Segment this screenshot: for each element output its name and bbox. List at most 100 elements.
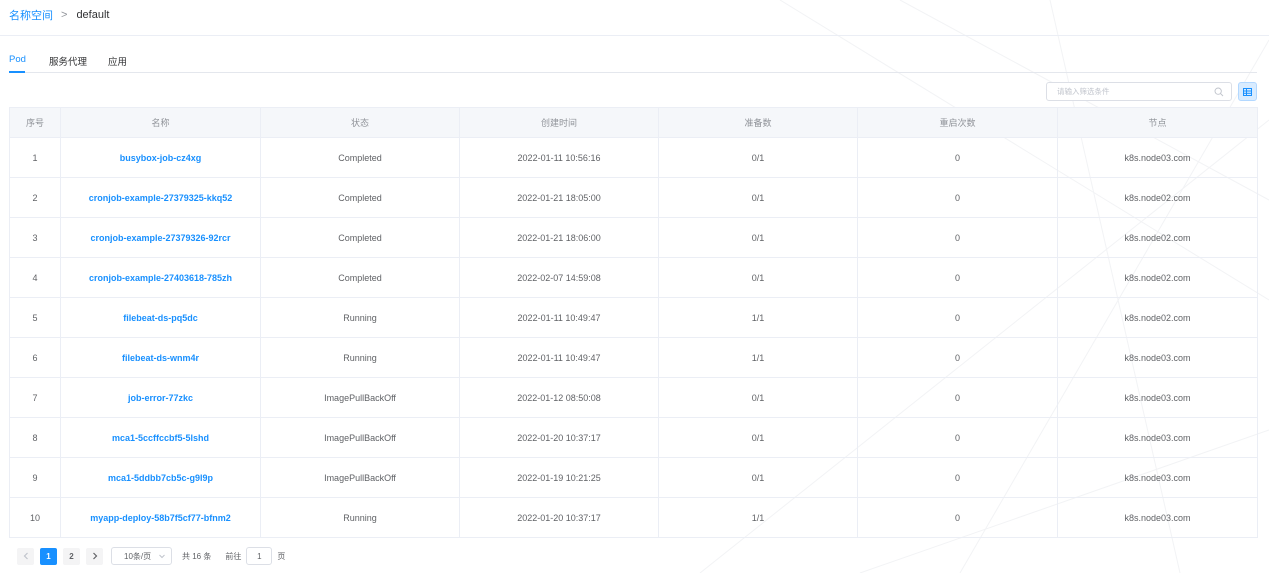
table-row: 2 cronjob-example-27379325-kkq52 Complet… (9, 177, 1258, 218)
prev-page-button[interactable] (17, 547, 34, 565)
table-row: 5 filebeat-ds-pq5dc Running 2022-01-11 1… (9, 297, 1258, 338)
pod-created-time: 2022-01-21 18:06:00 (459, 217, 659, 258)
header-divider (0, 35, 1269, 36)
breadcrumb-namespace-link[interactable]: 名称空间 (9, 7, 53, 23)
row-index: 3 (9, 217, 61, 258)
tab-pod[interactable]: Pod (9, 54, 26, 65)
pod-status: Completed (260, 177, 460, 218)
column-header-restarts[interactable]: 重启次数 (857, 107, 1058, 138)
table-row: 4 cronjob-example-27403618-785zh Complet… (9, 257, 1258, 298)
pod-restart-count: 0 (857, 137, 1058, 178)
filter-search-input[interactable] (1047, 83, 1207, 100)
pod-node: k8s.node02.com (1057, 177, 1258, 218)
pod-restart-count: 0 (857, 377, 1058, 418)
pod-restart-count: 0 (857, 497, 1058, 538)
table-row: 1 busybox-job-cz4xg Completed 2022-01-11… (9, 137, 1258, 178)
pod-ready-count: 0/1 (658, 257, 858, 298)
pod-name-link[interactable]: busybox-job-cz4xg (60, 137, 261, 178)
pod-created-time: 2022-01-20 10:37:17 (459, 497, 659, 538)
pod-name-link[interactable]: myapp-deploy-58b7f5cf77-bfnm2 (60, 497, 261, 538)
table-row: 6 filebeat-ds-wnm4r Running 2022-01-11 1… (9, 337, 1258, 378)
column-settings-button[interactable] (1238, 82, 1257, 101)
pod-ready-count: 0/1 (658, 137, 858, 178)
pod-restart-count: 0 (857, 297, 1058, 338)
column-header-node[interactable]: 节点 (1057, 107, 1258, 138)
pod-status: Completed (260, 257, 460, 298)
table-header-row: 序号 名称 状态 创建时间 准备数 重启次数 节点 (9, 107, 1258, 138)
pod-status: Running (260, 337, 460, 378)
pod-created-time: 2022-01-19 10:21:25 (459, 457, 659, 498)
pod-restart-count: 0 (857, 417, 1058, 458)
pod-name-link[interactable]: mca1-5ccffccbf5-5lshd (60, 417, 261, 458)
next-page-button[interactable] (86, 547, 103, 565)
pod-status: ImagePullBackOff (260, 377, 460, 418)
pod-restart-count: 0 (857, 457, 1058, 498)
pod-status: Completed (260, 137, 460, 178)
column-header-ready[interactable]: 准备数 (658, 107, 858, 138)
total-count: 共 16 条 (182, 551, 212, 561)
pod-name-link[interactable]: filebeat-ds-wnm4r (60, 337, 261, 378)
table-row: 10 myapp-deploy-58b7f5cf77-bfnm2 Running… (9, 497, 1258, 538)
resource-tabs: Pod 服务代理 应用 (9, 52, 1257, 73)
pod-ready-count: 0/1 (658, 377, 858, 418)
pod-name-link[interactable]: cronjob-example-27379326-92rcr (60, 217, 261, 258)
column-header-status[interactable]: 状态 (260, 107, 460, 138)
pod-status: ImagePullBackOff (260, 457, 460, 498)
page-size-value: 10条/页 (124, 551, 152, 561)
chevron-left-icon (23, 552, 28, 560)
pod-name-link[interactable]: cronjob-example-27379325-kkq52 (60, 177, 261, 218)
pod-name-link[interactable]: job-error-77zkc (60, 377, 261, 418)
pod-restart-count: 0 (857, 177, 1058, 218)
row-index: 1 (9, 137, 61, 178)
row-index: 10 (9, 497, 61, 538)
pod-name-link[interactable]: mca1-5ddbb7cb5c-g9l9p (60, 457, 261, 498)
page-size-select[interactable]: 10条/页 (111, 547, 172, 565)
pod-list-page: 名称空间 > default Pod 服务代理 应用 请输入筛选条件 序号 名称… (0, 0, 1269, 573)
goto-label: 前往 (225, 551, 242, 561)
pod-ready-count: 0/1 (658, 417, 858, 458)
pod-created-time: 2022-01-20 10:37:17 (459, 417, 659, 458)
pod-node: k8s.node02.com (1057, 297, 1258, 338)
pod-created-time: 2022-01-12 08:50:08 (459, 377, 659, 418)
pod-table: 序号 名称 状态 创建时间 准备数 重启次数 节点 1 busybox-job-… (9, 107, 1258, 538)
pagination: 1 2 10条/页 共 16 条 前往 页 (17, 547, 285, 565)
row-index: 5 (9, 297, 61, 338)
pod-status: Running (260, 297, 460, 338)
breadcrumb-current: default (76, 9, 110, 21)
pod-node: k8s.node03.com (1057, 137, 1258, 178)
column-header-created-time[interactable]: 创建时间 (459, 107, 659, 138)
row-index: 8 (9, 417, 61, 458)
goto-suffix: 页 (277, 551, 286, 561)
row-index: 9 (9, 457, 61, 498)
page-button-1[interactable]: 1 (40, 547, 57, 565)
pod-created-time: 2022-02-07 14:59:08 (459, 257, 659, 298)
row-index: 4 (9, 257, 61, 298)
table-row: 7 job-error-77zkc ImagePullBackOff 2022-… (9, 377, 1258, 418)
pod-name-link[interactable]: filebeat-ds-pq5dc (60, 297, 261, 338)
pod-status: Running (260, 497, 460, 538)
pod-created-time: 2022-01-11 10:49:47 (459, 297, 659, 338)
table-row: 8 mca1-5ccffccbf5-5lshd ImagePullBackOff… (9, 417, 1258, 458)
pod-node: k8s.node03.com (1057, 377, 1258, 418)
pod-node: k8s.node03.com (1057, 497, 1258, 538)
pod-restart-count: 0 (857, 217, 1058, 258)
tab-service-proxy[interactable]: 服务代理 (49, 54, 87, 68)
pod-node: k8s.node03.com (1057, 337, 1258, 378)
pod-created-time: 2022-01-21 18:05:00 (459, 177, 659, 218)
breadcrumb: 名称空间 > default (9, 8, 109, 22)
page-button-2[interactable]: 2 (63, 547, 80, 565)
pod-node: k8s.node03.com (1057, 417, 1258, 458)
pod-node: k8s.node03.com (1057, 457, 1258, 498)
pod-name-link[interactable]: cronjob-example-27403618-785zh (60, 257, 261, 298)
search-icon[interactable] (1214, 87, 1224, 97)
goto-page-input[interactable] (246, 547, 273, 565)
pod-ready-count: 0/1 (658, 177, 858, 218)
pod-restart-count: 0 (857, 257, 1058, 298)
row-index: 6 (9, 337, 61, 378)
pod-ready-count: 1/1 (658, 337, 858, 378)
column-header-name[interactable]: 名称 (60, 107, 261, 138)
pod-status: Completed (260, 217, 460, 258)
pod-ready-count: 0/1 (658, 217, 858, 258)
table-row: 3 cronjob-example-27379326-92rcr Complet… (9, 217, 1258, 258)
tab-application[interactable]: 应用 (108, 54, 127, 68)
